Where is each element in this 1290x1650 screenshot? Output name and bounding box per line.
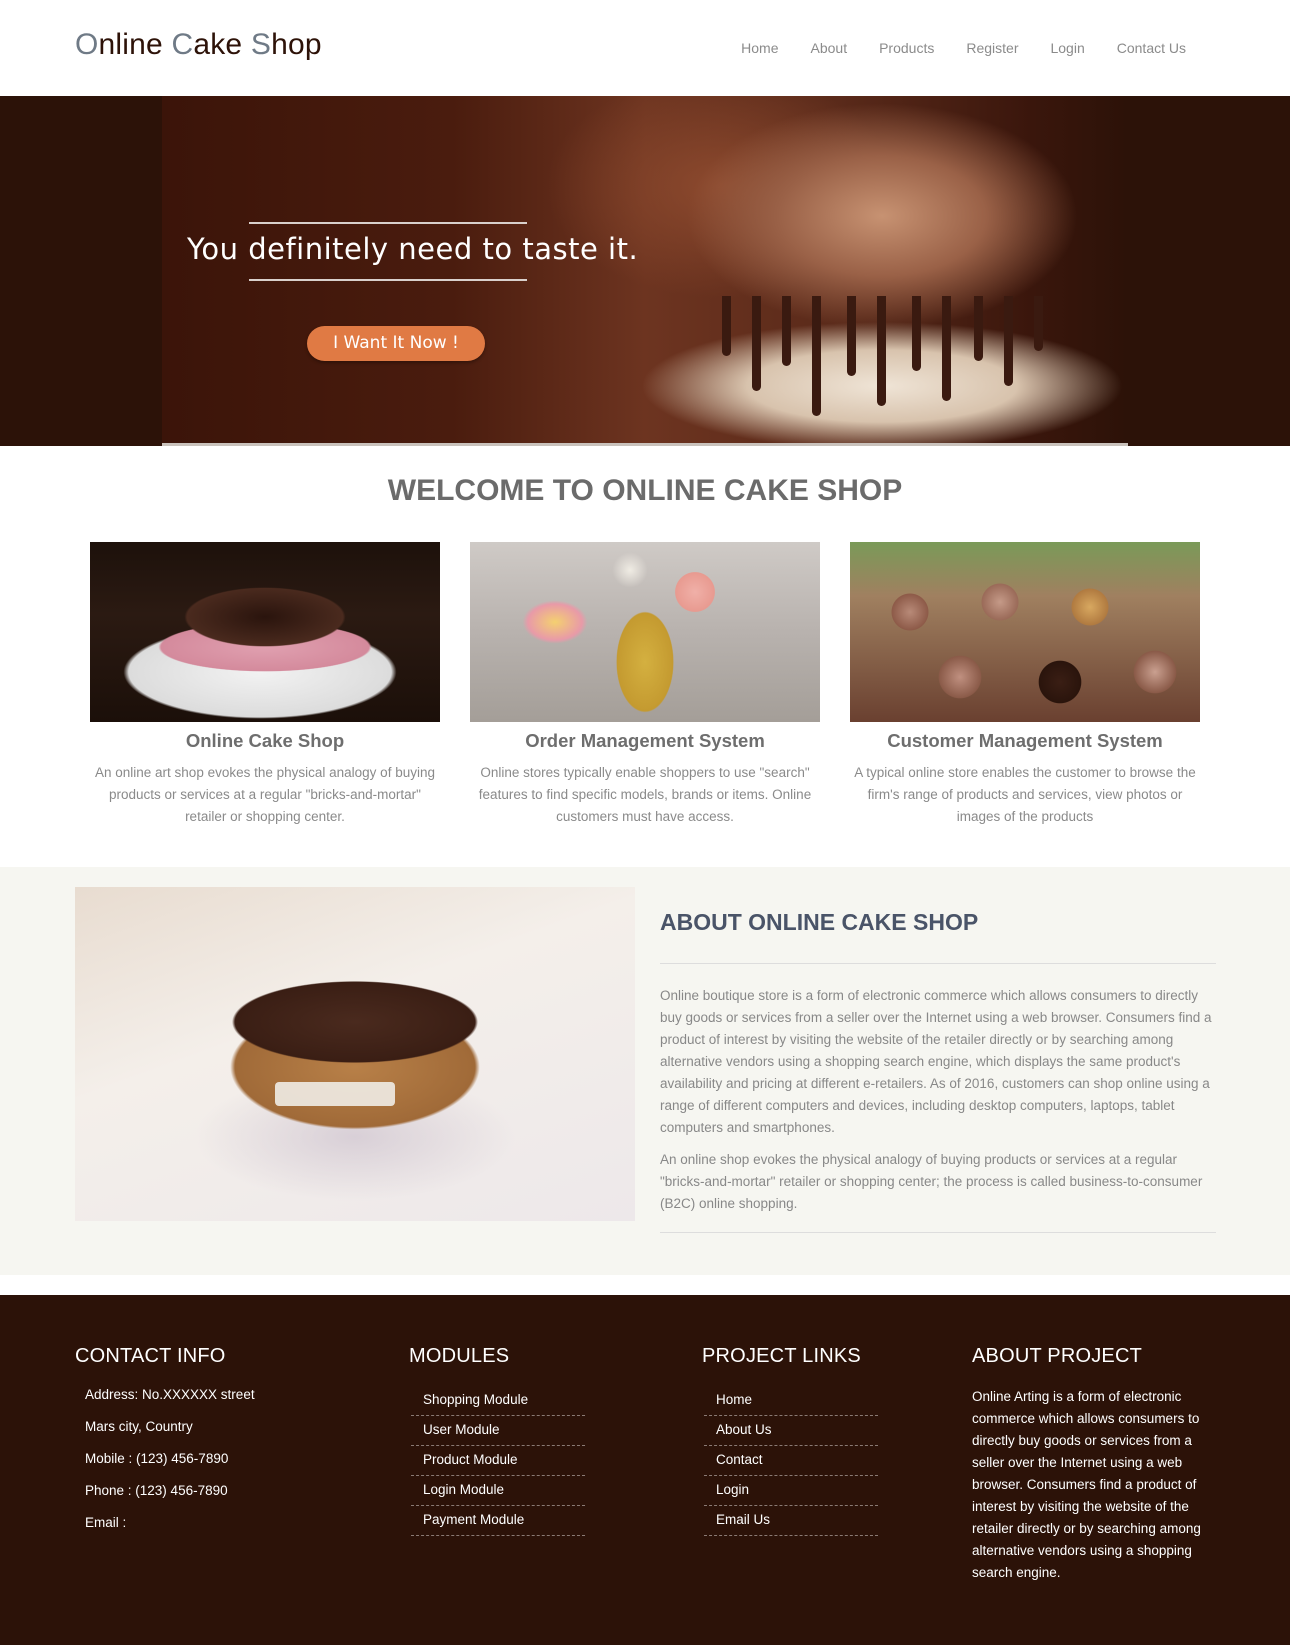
feature-card: Order Management System Online stores ty… — [470, 542, 820, 828]
about-paragraph: Online boutique store is a form of elect… — [660, 988, 1212, 1135]
nav-register[interactable]: Register — [966, 40, 1018, 56]
tagline-top-rule — [249, 222, 527, 224]
card-text: A typical online store enables the custo… — [854, 765, 1196, 824]
project-link[interactable]: About Us — [704, 1416, 878, 1446]
card-text: Online stores typically enable shoppers … — [478, 765, 812, 824]
hero-cake-image — [162, 96, 1128, 446]
footer-heading: MODULES — [409, 1345, 510, 1367]
feature-card: Online Cake Shop An online art shop evok… — [90, 542, 440, 828]
project-link[interactable]: Contact — [704, 1446, 878, 1476]
feature-card: Customer Management System A typical onl… — [850, 542, 1200, 828]
about-paragraph: An online shop evokes the physical analo… — [660, 1152, 1203, 1211]
divider — [660, 963, 1216, 964]
logo-letter: C — [171, 28, 194, 61]
contact-email: Email : — [85, 1515, 127, 1530]
contact-phone: Phone : (123) 456-7890 — [85, 1483, 228, 1498]
contact-city: Mars city, Country — [85, 1419, 193, 1434]
nav-contact-us[interactable]: Contact Us — [1117, 40, 1186, 56]
project-link[interactable]: Email Us — [704, 1506, 878, 1536]
project-link[interactable]: Home — [704, 1386, 878, 1416]
footer-heading: ABOUT PROJECT — [972, 1345, 1143, 1367]
module-link[interactable]: Payment Module — [411, 1506, 585, 1536]
project-link[interactable]: Login — [704, 1476, 878, 1506]
card-title: Order Management System — [525, 730, 765, 751]
module-link[interactable]: Product Module — [411, 1446, 585, 1476]
about-cake-photo — [75, 887, 635, 1221]
footer-project-links: PROJECT LINKS Home About Us Contact Logi… — [702, 1345, 882, 1536]
hero-banner: You definitely need to taste it. I Want … — [0, 96, 1290, 446]
nav-home[interactable]: Home — [741, 40, 778, 56]
footer-heading: CONTACT INFO — [75, 1345, 226, 1367]
card-text: An online art shop evokes the physical a… — [95, 765, 435, 824]
logo-letter: S — [250, 28, 272, 61]
about-title: ABOUT ONLINE CAKE SHOP — [660, 909, 979, 935]
contact-address: Address: No.XXXXXX street — [85, 1387, 255, 1402]
module-link[interactable]: Shopping Module — [411, 1386, 585, 1416]
cake-table-photo — [470, 542, 820, 722]
footer-heading: PROJECT LINKS — [702, 1345, 861, 1367]
main-nav: Home About Products Register Login Conta… — [709, 40, 1186, 56]
footer-contact-info: CONTACT INFO Address: No.XXXXXX street M… — [75, 1345, 375, 1546]
about-project-text: Online Arting is a form of electronic co… — [972, 1389, 1201, 1580]
nav-about[interactable]: About — [811, 40, 848, 56]
logo-text: ake — [193, 28, 251, 61]
i-want-it-now-button[interactable]: I Want It Now ! — [307, 326, 485, 361]
logo-letter: O — [75, 28, 99, 61]
card-title: Customer Management System — [887, 730, 1163, 751]
cupcakes-photo — [850, 542, 1200, 722]
footer-about-project: ABOUT PROJECT Online Arting is a form of… — [972, 1345, 1217, 1584]
about-section: ABOUT ONLINE CAKE SHOP Online boutique s… — [0, 867, 1290, 1275]
site-header: Online Cake Shop Home About Products Reg… — [0, 0, 1290, 96]
site-footer: CONTACT INFO Address: No.XXXXXX street M… — [0, 1295, 1290, 1645]
logo-text: nline — [98, 28, 172, 61]
hero-tagline: You definitely need to taste it. — [187, 232, 639, 266]
logo-text: hop — [271, 28, 322, 61]
module-link[interactable]: Login Module — [411, 1476, 585, 1506]
module-link[interactable]: User Module — [411, 1416, 585, 1446]
contact-mobile: Mobile : (123) 456-7890 — [85, 1451, 229, 1466]
site-logo[interactable]: Online Cake Shop — [75, 28, 322, 62]
cake-photo — [90, 542, 440, 722]
ribbon-decoration — [275, 1082, 395, 1106]
chocolate-drips-decoration — [712, 296, 1092, 426]
tagline-bottom-rule — [249, 279, 527, 281]
card-title: Online Cake Shop — [185, 730, 345, 751]
footer-modules: MODULES Shopping Module User Module Prod… — [409, 1345, 589, 1536]
nav-products[interactable]: Products — [879, 40, 934, 56]
welcome-title: WELCOME TO ONLINE CAKE SHOP — [387, 474, 903, 507]
divider — [660, 1232, 1216, 1233]
nav-login[interactable]: Login — [1050, 40, 1084, 56]
